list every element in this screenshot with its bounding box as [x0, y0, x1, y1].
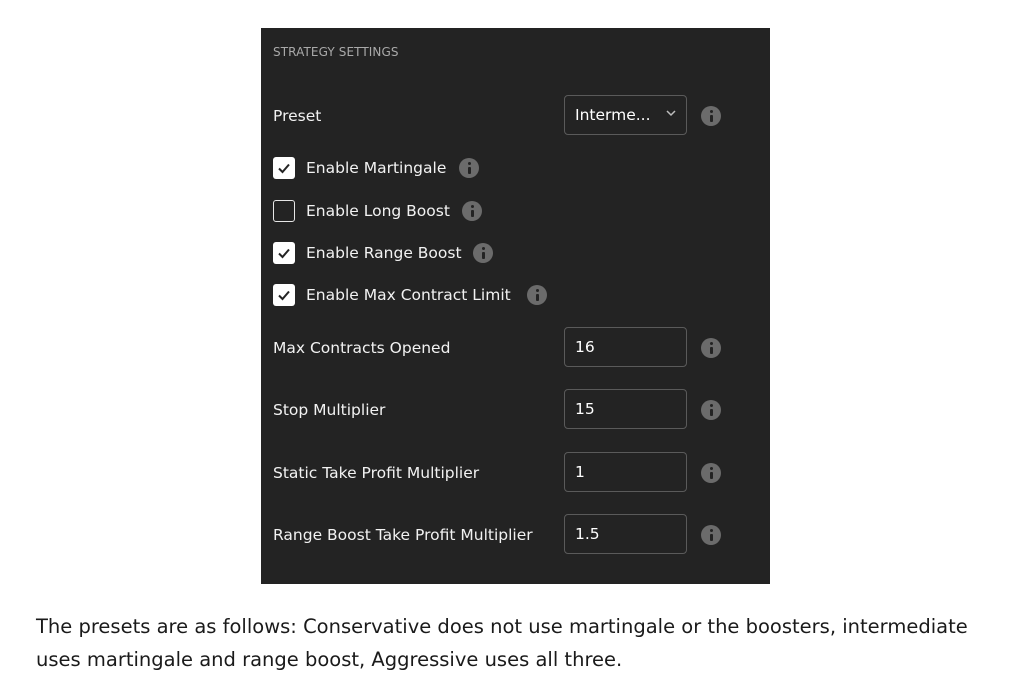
preset-selected-value: Interme... [575, 106, 651, 124]
max-contracts-opened-input[interactable] [575, 328, 655, 366]
checkmark-icon [278, 248, 290, 259]
static-take-profit-multiplier-input[interactable] [575, 453, 655, 491]
range-boost-info-icon[interactable] [473, 243, 493, 263]
range-boost-take-profit-multiplier-input[interactable] [575, 515, 655, 553]
strategy-settings-panel: STRATEGY SETTINGS Preset Interme... Enab… [261, 28, 770, 584]
enable-range-boost-label: Enable Range Boost [306, 244, 462, 262]
static-take-profit-info-icon[interactable] [701, 463, 721, 483]
enable-long-boost-label: Enable Long Boost [306, 202, 450, 220]
section-title: STRATEGY SETTINGS [273, 45, 399, 59]
long-boost-info-icon[interactable] [462, 201, 482, 221]
range-boost-take-profit-info-icon[interactable] [701, 525, 721, 545]
checkmark-icon [278, 163, 290, 174]
static-take-profit-multiplier-field[interactable] [564, 452, 687, 492]
enable-max-contract-limit-checkbox[interactable] [273, 284, 295, 306]
preset-info-icon[interactable] [701, 106, 721, 126]
enable-range-boost-checkbox[interactable] [273, 242, 295, 264]
range-boost-take-profit-multiplier-label: Range Boost Take Profit Multiplier [273, 526, 533, 544]
enable-martingale-label: Enable Martingale [306, 159, 447, 177]
stop-multiplier-info-icon[interactable] [701, 400, 721, 420]
chevron-down-icon [666, 110, 676, 117]
stop-multiplier-field[interactable] [564, 389, 687, 429]
max-contracts-opened-label: Max Contracts Opened [273, 339, 451, 357]
max-contracts-opened-field[interactable] [564, 327, 687, 367]
max-contracts-info-icon[interactable] [701, 338, 721, 358]
static-take-profit-multiplier-label: Static Take Profit Multiplier [273, 464, 480, 482]
preset-select[interactable]: Interme... [564, 95, 687, 135]
enable-martingale-checkbox[interactable] [273, 157, 295, 179]
range-boost-take-profit-multiplier-field[interactable] [564, 514, 687, 554]
preset-label: Preset [273, 107, 322, 125]
martingale-info-icon[interactable] [459, 158, 479, 178]
enable-max-contract-limit-label: Enable Max Contract Limit [306, 286, 511, 304]
presets-description: The presets are as follows: Conservative… [36, 615, 968, 671]
page: STRATEGY SETTINGS Preset Interme... Enab… [0, 0, 1022, 690]
max-contract-limit-info-icon[interactable] [527, 285, 547, 305]
enable-long-boost-checkbox[interactable] [273, 200, 295, 222]
stop-multiplier-input[interactable] [575, 390, 655, 428]
checkmark-icon [278, 290, 290, 301]
stop-multiplier-label: Stop Multiplier [273, 401, 386, 419]
